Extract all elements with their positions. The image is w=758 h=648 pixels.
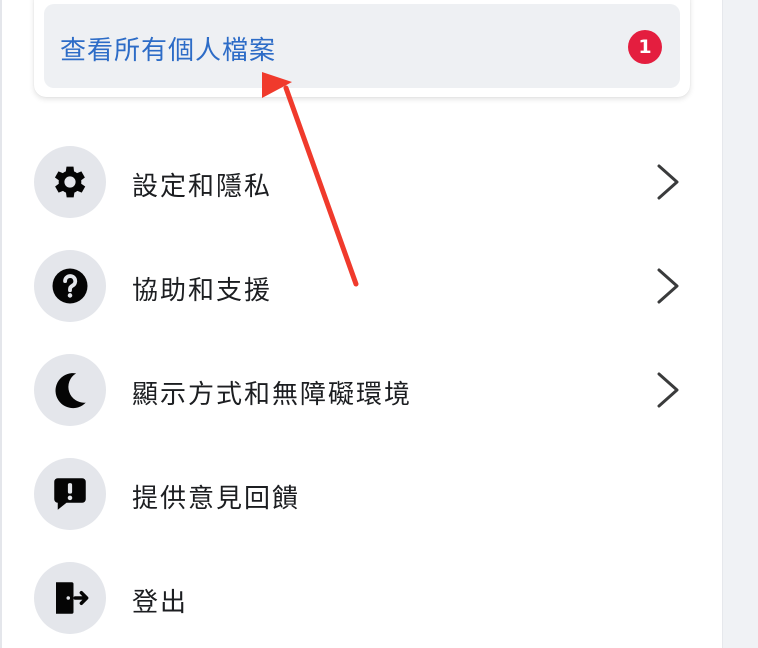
chevron-right-icon — [657, 268, 679, 304]
menu-item-label: 提供意見回饋 — [132, 484, 301, 514]
view-all-profiles-button[interactable]: 查看所有個人檔案 1 — [44, 4, 680, 88]
menu-item-help-support[interactable]: 協助和支援 — [30, 246, 706, 328]
menu-item-label: 顯示方式和無障礙環境 — [132, 380, 413, 410]
menu-item-label: 設定和隱私 — [132, 172, 273, 202]
notification-badge: 1 — [628, 30, 662, 64]
logout-icon — [34, 562, 106, 634]
page-background-strip — [723, 0, 758, 648]
gear-icon — [34, 146, 106, 218]
menu-item-label: 登出 — [132, 588, 189, 618]
chevron-right-icon — [657, 164, 679, 200]
chevron-right-icon — [657, 372, 679, 408]
menu-item-display-accessibility[interactable]: 顯示方式和無障礙環境 — [30, 350, 706, 432]
feedback-icon — [34, 458, 106, 530]
menu-item-label: 協助和支援 — [132, 276, 273, 306]
menu-item-log-out[interactable]: 登出 — [30, 558, 706, 640]
moon-icon — [34, 354, 106, 426]
view-all-profiles-label: 查看所有個人檔案 — [60, 36, 277, 66]
panel-left-border — [0, 0, 2, 648]
account-menu-panel: 查看所有個人檔案 1 設定和隱私 協助和支援 顯示方式和無障礙環境 提供意見回饋… — [0, 0, 723, 648]
menu-item-give-feedback[interactable]: 提供意見回饋 — [30, 454, 706, 536]
question-circle-icon — [34, 250, 106, 322]
menu-item-settings-privacy[interactable]: 設定和隱私 — [30, 142, 706, 224]
